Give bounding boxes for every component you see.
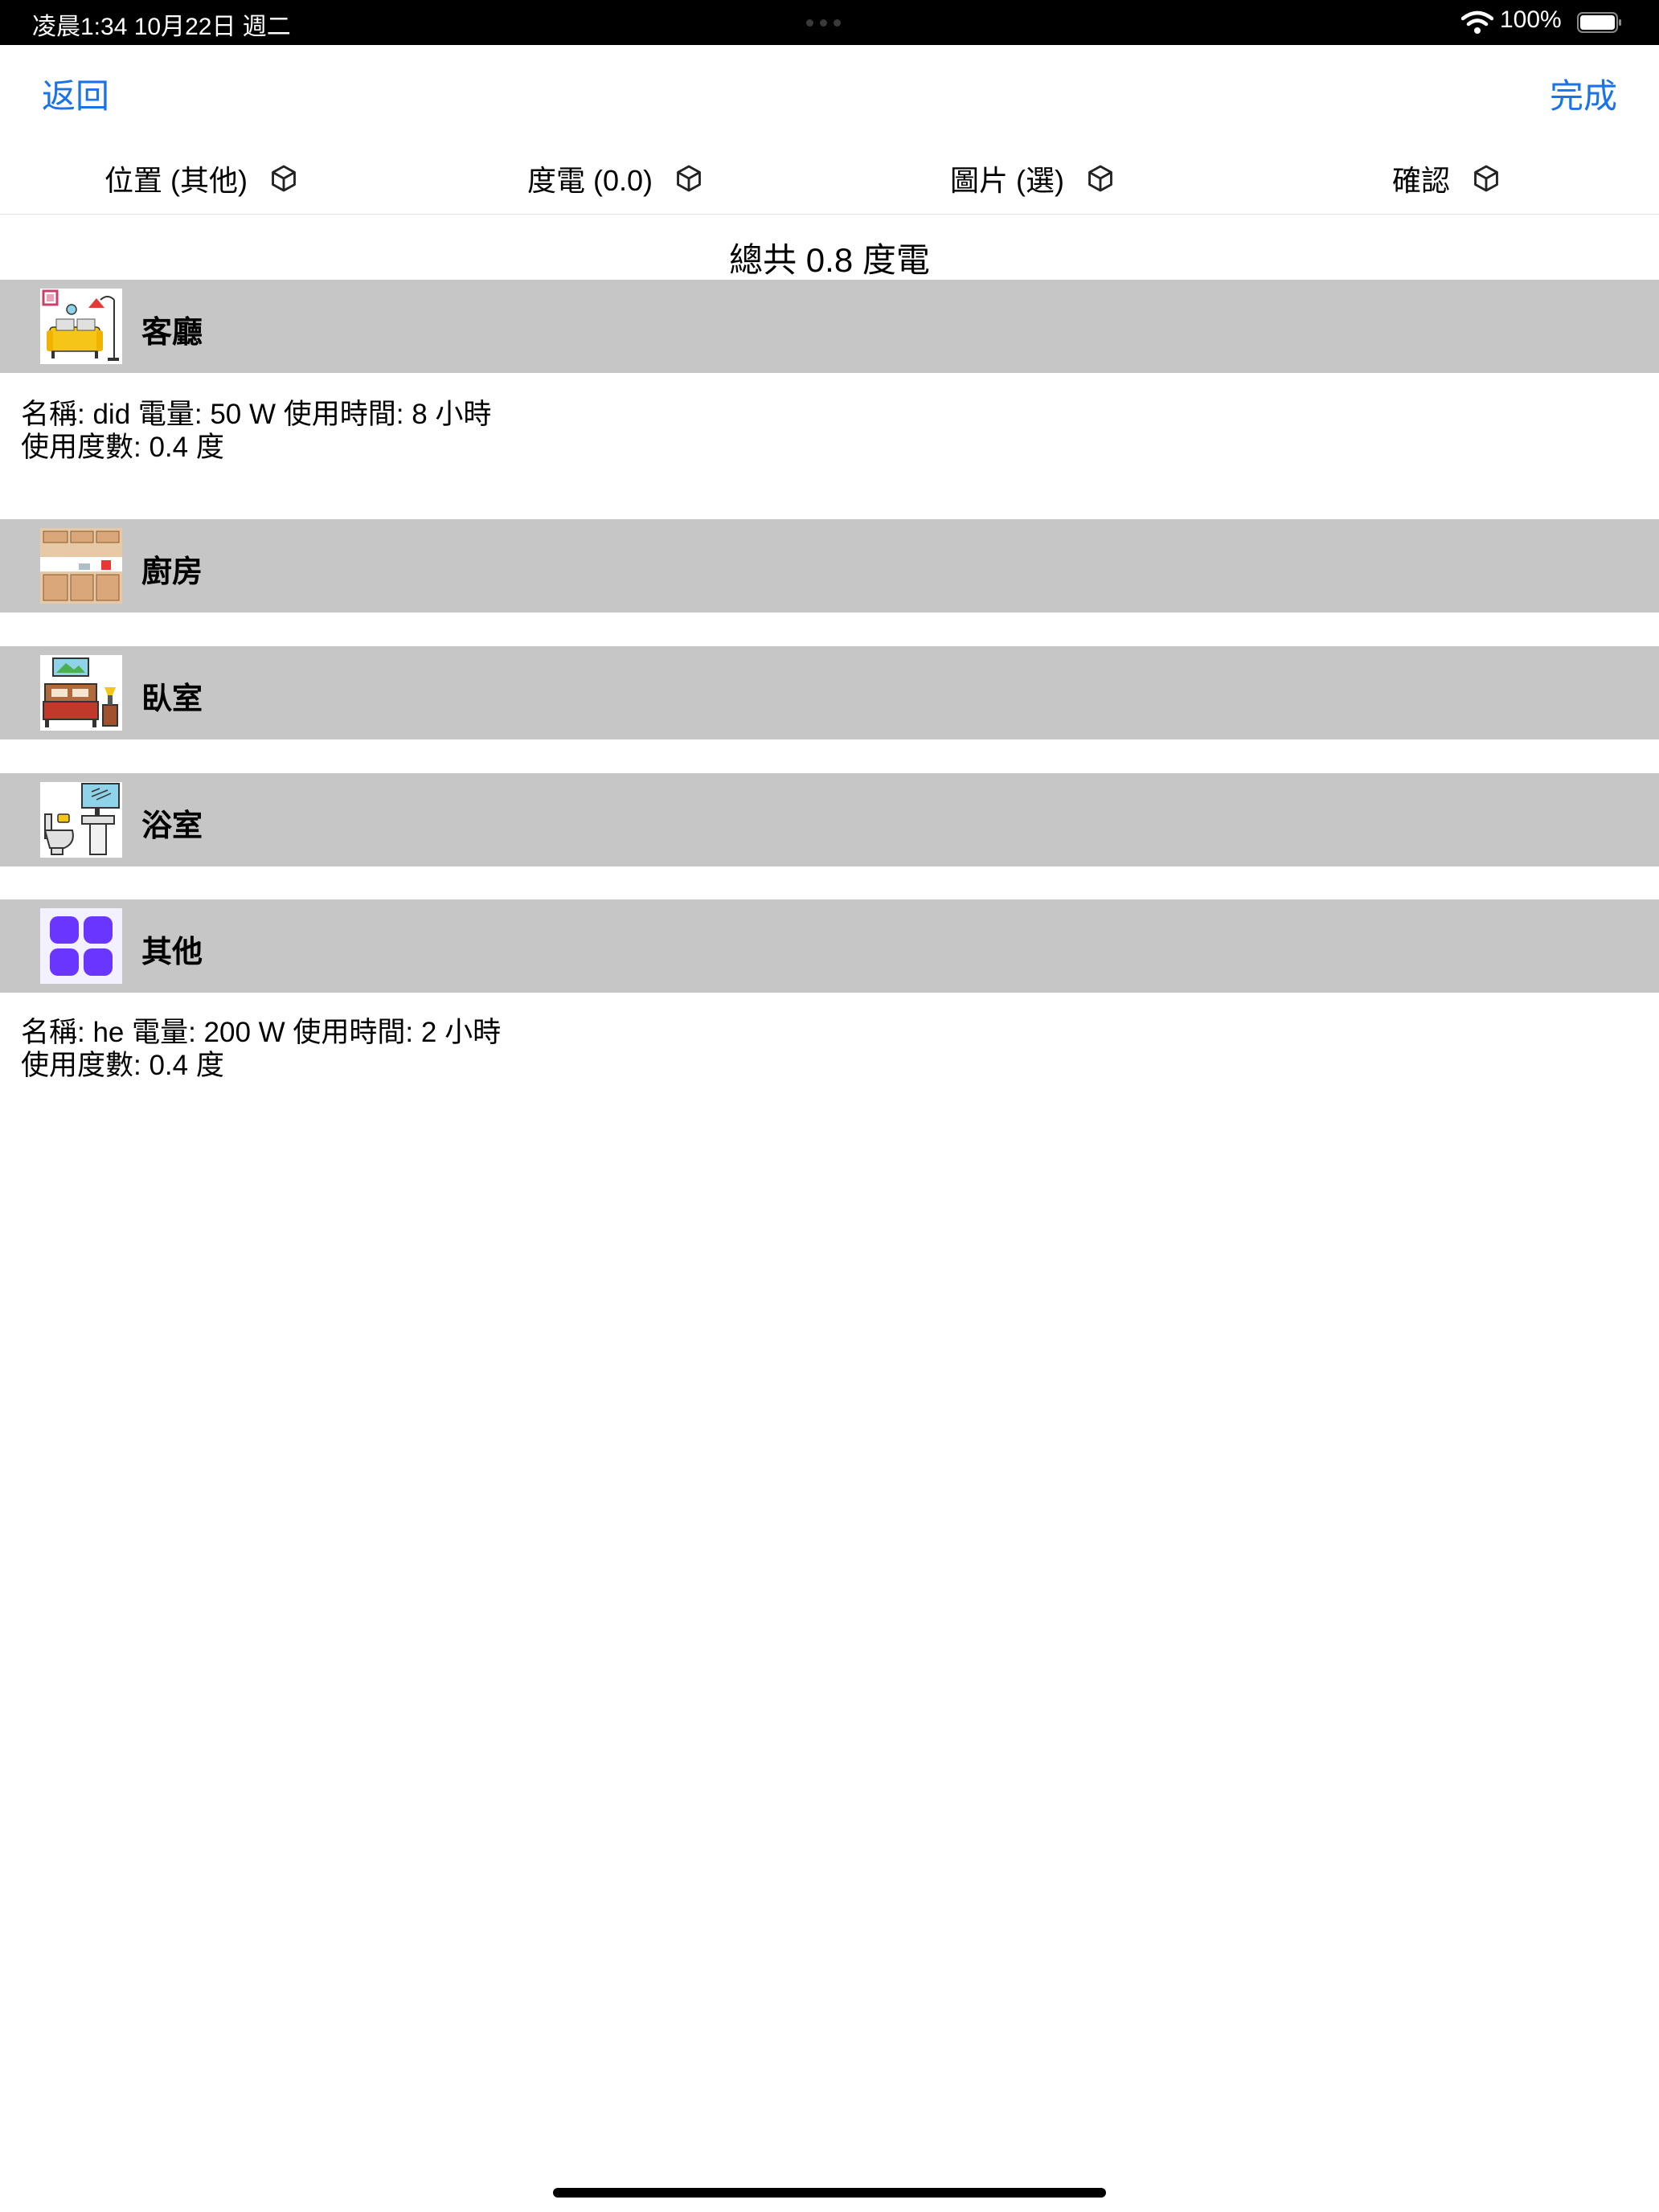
section-title: 臥室	[141, 682, 203, 716]
section-title: 浴室	[141, 809, 203, 843]
section-title: 客廳	[141, 316, 203, 350]
wifi-icon	[1461, 10, 1493, 34]
section-title: 其他	[141, 936, 203, 969]
cube-icon	[1088, 165, 1112, 192]
tab-confirm[interactable]: 確認	[1392, 158, 1501, 199]
tab-location-label: 位置 (其他)	[104, 164, 248, 197]
list-item[interactable]: 名稱: he 電量: 200 W 使用時間: 2 小時 使用度數: 0.4 度	[21, 1016, 501, 1082]
section-title: 廚房	[141, 555, 203, 589]
section-living-room[interactable]: 客廳	[0, 280, 1659, 373]
entry-usage-line: 使用度數: 0.4 度	[21, 1050, 224, 1081]
tab-location[interactable]: 位置 (其他)	[104, 158, 299, 199]
multitasking-dots-icon[interactable]	[806, 19, 841, 27]
status-bar: 凌晨1:34 10月22日 週二 100%	[0, 0, 1659, 45]
entry-detail-line: 名稱: he 電量: 200 W 使用時間: 2 小時	[21, 1017, 502, 1048]
battery-percent: 100%	[1500, 6, 1562, 33]
total-kwh: 總共 0.8 度電	[729, 241, 930, 279]
entry-usage-line: 使用度數: 0.4 度	[21, 432, 224, 463]
bathroom-icon	[40, 782, 122, 858]
list-item[interactable]: 名稱: did 電量: 50 W 使用時間: 8 小時 使用度數: 0.4 度	[21, 398, 491, 464]
back-button[interactable]: 返回	[42, 69, 109, 118]
tab-kwh[interactable]: 度電 (0.0)	[527, 158, 704, 199]
done-button[interactable]: 完成	[1550, 69, 1617, 118]
status-time: 凌晨1:34 10月22日 週二	[32, 14, 291, 40]
bedroom-icon	[40, 655, 122, 731]
cube-icon	[1474, 165, 1498, 192]
step-tabs: 位置 (其他) 度電 (0.0) 圖片 (選) 確認	[0, 143, 1659, 215]
tab-picture[interactable]: 圖片 (選)	[950, 158, 1116, 199]
cube-icon	[677, 165, 701, 192]
battery-icon	[1577, 12, 1621, 33]
tab-kwh-label: 度電 (0.0)	[527, 164, 653, 197]
section-bedroom[interactable]: 臥室	[0, 646, 1659, 739]
other-grid-icon	[40, 908, 122, 984]
section-kitchen[interactable]: 廚房	[0, 519, 1659, 612]
tab-picture-label: 圖片 (選)	[950, 164, 1064, 197]
entry-detail-line: 名稱: did 電量: 50 W 使用時間: 8 小時	[21, 399, 492, 430]
cube-icon	[272, 165, 296, 192]
living-room-icon	[40, 289, 122, 364]
kitchen-icon	[40, 528, 122, 604]
tab-confirm-label: 確認	[1392, 164, 1451, 197]
section-bathroom[interactable]: 浴室	[0, 773, 1659, 866]
section-other[interactable]: 其他	[0, 899, 1659, 993]
home-indicator[interactable]	[553, 2188, 1106, 2198]
